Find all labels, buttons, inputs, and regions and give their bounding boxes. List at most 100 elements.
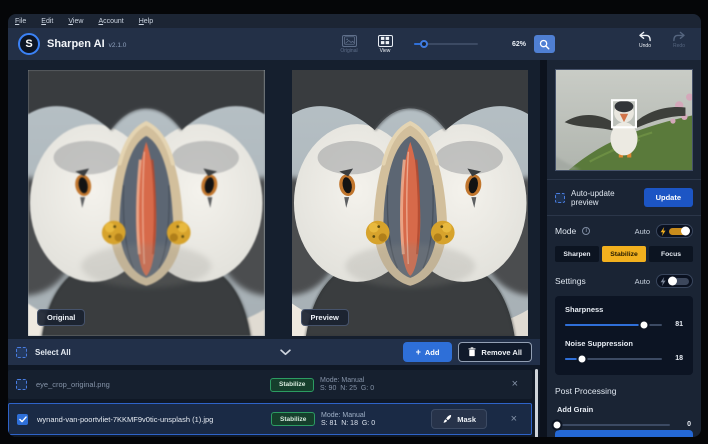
brush-icon: [442, 414, 452, 424]
grid-view-icon: [378, 35, 393, 47]
info-icon[interactable]: i: [582, 227, 590, 235]
original-image-panel[interactable]: Original: [28, 70, 265, 336]
plus-icon: +: [416, 348, 421, 357]
sliders-panel: Sharpness 81 Noise Suppression 18: [555, 296, 693, 375]
toggle-knob: [681, 227, 690, 236]
settings-row: Settings Auto: [555, 274, 693, 288]
remove-all-button[interactable]: Remove All: [458, 342, 532, 362]
settings-sidebar: Auto-update preview Update Mode i Auto S…: [547, 60, 701, 437]
sharpness-slider[interactable]: [565, 324, 662, 326]
file-name: eye_crop_original.png: [36, 380, 110, 389]
noise-suppression-label: Noise Suppression: [565, 339, 683, 348]
add-button[interactable]: + Add: [403, 342, 453, 362]
undo-button[interactable]: Undo: [633, 31, 657, 49]
row-meta: Mode: Manual S: 90 N: 25 G: 0: [320, 377, 374, 392]
title-wrap: Sharpen AI v2.1.0: [47, 38, 126, 50]
tab-stabilize[interactable]: Stabilize: [602, 246, 646, 262]
noise-suppression-slider[interactable]: [565, 358, 662, 360]
close-icon[interactable]: ×: [511, 414, 517, 425]
zoom-slider[interactable]: [414, 43, 478, 45]
auto-update-checkbox[interactable]: [555, 193, 565, 203]
add-grain-section: Add Grain 0: [555, 405, 693, 430]
original-puffin-image: [28, 70, 265, 336]
queue-buttons: + Add Remove All: [403, 342, 532, 362]
menu-file[interactable]: File: [15, 18, 26, 25]
add-grain-label: Add Grain: [557, 405, 691, 414]
redo-icon: [672, 31, 686, 42]
app-version: v2.1.0: [109, 42, 127, 49]
main-area: Original Preview Select All + Add: [8, 60, 540, 437]
original-view-button[interactable]: Original: [336, 35, 362, 54]
zoom-tool-button[interactable]: [534, 35, 555, 53]
zoom-slider-handle[interactable]: [420, 40, 428, 48]
content-area: Original Preview Select All + Add: [8, 60, 701, 437]
magnifier-icon: [539, 39, 550, 50]
collapse-queue-button[interactable]: [280, 349, 291, 356]
settings-auto-toggle[interactable]: [656, 274, 693, 288]
divider: [547, 215, 701, 216]
original-view-label: Original: [340, 48, 357, 54]
table-row-selected[interactable]: wynand-van-poortvliet-7KKMF9v0tic-unspla…: [8, 403, 532, 435]
add-grain-slider[interactable]: [557, 424, 670, 426]
auto-update-row: Auto-update preview Update: [555, 188, 693, 207]
undo-icon: [638, 31, 652, 42]
slider-handle[interactable]: [578, 354, 587, 363]
preview-image-panel[interactable]: Preview: [292, 70, 529, 336]
save-image-button[interactable]: Save Image: [555, 430, 693, 437]
mask-button-label: Mask: [457, 415, 476, 424]
split-view-label: View: [380, 48, 391, 54]
menu-view[interactable]: View: [68, 18, 83, 25]
settings-auto-label: Auto: [635, 277, 650, 286]
settings-label: Settings: [555, 276, 586, 286]
mode-auto-toggle[interactable]: [656, 224, 693, 238]
noise-slider-row: 18: [565, 355, 683, 362]
check-icon: [19, 416, 27, 423]
navigator-thumbnail[interactable]: [555, 69, 693, 171]
chevron-down-icon: [280, 349, 291, 356]
queue-scrollbar[interactable]: [535, 369, 538, 437]
row-mode: Mode: Manual: [321, 412, 375, 419]
add-button-label: Add: [425, 348, 440, 357]
lightning-icon: [660, 277, 666, 286]
lightning-icon: [660, 227, 666, 236]
row-checkbox-checked[interactable]: [17, 414, 28, 425]
tab-sharpen[interactable]: Sharpen: [555, 246, 599, 262]
row-checkbox[interactable]: [16, 379, 27, 390]
menu-account[interactable]: Account: [98, 18, 123, 25]
slider-handle[interactable]: [553, 420, 562, 429]
slider-handle[interactable]: [639, 320, 648, 329]
mask-button[interactable]: Mask: [431, 409, 487, 429]
menu-edit[interactable]: Edit: [41, 18, 53, 25]
status-badge: Stabilize: [271, 412, 315, 426]
noise-suppression-value: 18: [670, 355, 683, 362]
select-all-label: Select All: [35, 348, 71, 357]
mode-auto-label: Auto: [635, 227, 650, 236]
update-button[interactable]: Update: [644, 188, 693, 207]
row-meta: Mode: Manual S: 81 N: 18 G: 0: [321, 412, 375, 427]
navigator-puffin-image: [556, 70, 692, 170]
split-view-button[interactable]: View: [372, 35, 398, 54]
header-bar: S Sharpen AI v2.1.0 Original View: [8, 28, 701, 60]
divider: [547, 179, 701, 180]
original-badge: Original: [37, 309, 85, 326]
select-all-checkbox[interactable]: [16, 347, 27, 358]
preview-puffin-image: [292, 70, 529, 336]
file-name: wynand-van-poortvliet-7KKMF9v0tic-unspla…: [37, 415, 213, 424]
app-window: File Edit View Account Help S Sharpen AI…: [8, 14, 701, 437]
redo-button[interactable]: Redo: [667, 31, 691, 49]
close-icon[interactable]: ×: [512, 379, 518, 390]
sharpness-value: 81: [670, 321, 683, 328]
menu-bar: File Edit View Account Help: [8, 14, 701, 28]
status-badge: Stabilize: [270, 378, 314, 392]
sharpness-label: Sharpness: [565, 305, 683, 314]
mode-row: Mode i Auto: [555, 224, 693, 238]
menu-help[interactable]: Help: [139, 18, 153, 25]
row-stats: S: 90 N: 25 G: 0: [320, 385, 374, 392]
tab-focus[interactable]: Focus: [649, 246, 693, 262]
slider-fill: [565, 324, 644, 326]
add-grain-value: 0: [678, 421, 691, 428]
post-processing-label: Post Processing: [555, 386, 693, 396]
remove-all-label: Remove All: [481, 348, 522, 357]
table-row[interactable]: eye_crop_original.png Stabilize Mode: Ma…: [8, 370, 532, 399]
picture-icon: [342, 35, 357, 47]
